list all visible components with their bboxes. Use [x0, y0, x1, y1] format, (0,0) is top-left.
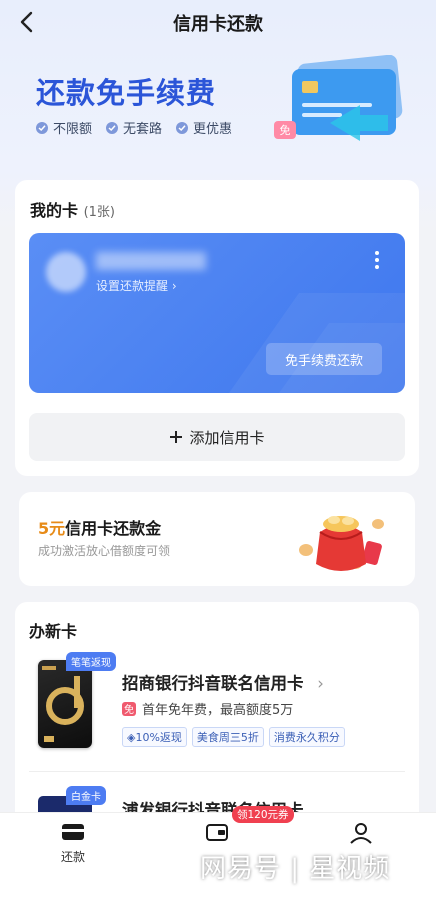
platinum-tag: 白金卡 [66, 786, 106, 805]
tab-wallet[interactable] [172, 822, 262, 848]
tab-profile[interactable] [316, 822, 406, 850]
check-icon [36, 121, 48, 134]
benefit-chip: ◈10%返现 [122, 727, 187, 747]
check-icon [176, 121, 189, 134]
user-icon [350, 823, 372, 844]
card-offer-name[interactable]: 招商银行抖音联名信用卡 › [122, 670, 324, 694]
cashback-tag: 笔笔返现 [66, 652, 116, 671]
red-envelope-icon [299, 516, 384, 571]
my-cards-title: 我的卡 (1张) [30, 201, 116, 220]
repay-gold-subtitle: 成功激活放心借额度可领 [38, 544, 171, 558]
tiktok-logo-icon [42, 666, 84, 742]
check-icon [106, 121, 119, 134]
tab-repay[interactable]: 还款 [28, 822, 118, 865]
benefit-item: 不限额 [36, 118, 92, 137]
coupon-badge: 领120元券 [232, 806, 294, 823]
hero-headline: 还款免手续费 [36, 76, 217, 110]
new-card-title: 办新卡 [29, 622, 78, 641]
more-options-icon[interactable] [370, 248, 384, 272]
add-credit-card-button[interactable]: 添加信用卡 [29, 413, 405, 461]
card-offer-desc: 免 首年免年费，最高额度5万 [122, 701, 294, 718]
wallet-icon [206, 824, 228, 841]
credit-card-illustration: 免 [274, 55, 403, 141]
card-badge-label: 免 [280, 123, 291, 137]
card-name-masked [96, 252, 206, 270]
benefit-list: 不限额 无套路 更优惠 [36, 118, 232, 137]
free-fee-repay-button[interactable]: 免手续费还款 [266, 343, 382, 375]
page-title: 信用卡还款 [173, 14, 263, 35]
benefit-item: 无套路 [106, 118, 162, 137]
benefit-chip: 美食周三5折 [191, 727, 264, 747]
watermark: 网易号 | 星视频 [200, 854, 391, 884]
bank-logo [46, 252, 86, 292]
benefit-chip: 消费永久积分 [268, 727, 345, 747]
card-benefit-chips: ◈10%返现 美食周三5折 消费永久积分 [122, 727, 345, 747]
repay-gold-title: 5元信用卡还款金 [38, 519, 162, 538]
chevron-right-icon: › [317, 674, 324, 693]
plus-icon [170, 431, 183, 443]
cmb-card-image[interactable] [38, 660, 92, 748]
divider [29, 771, 405, 772]
free-icon: 免 [122, 701, 136, 716]
card-icon [62, 824, 84, 840]
set-reminder-link[interactable]: 设置还款提醒 › [96, 277, 177, 294]
benefit-item: 更优惠 [176, 118, 232, 137]
